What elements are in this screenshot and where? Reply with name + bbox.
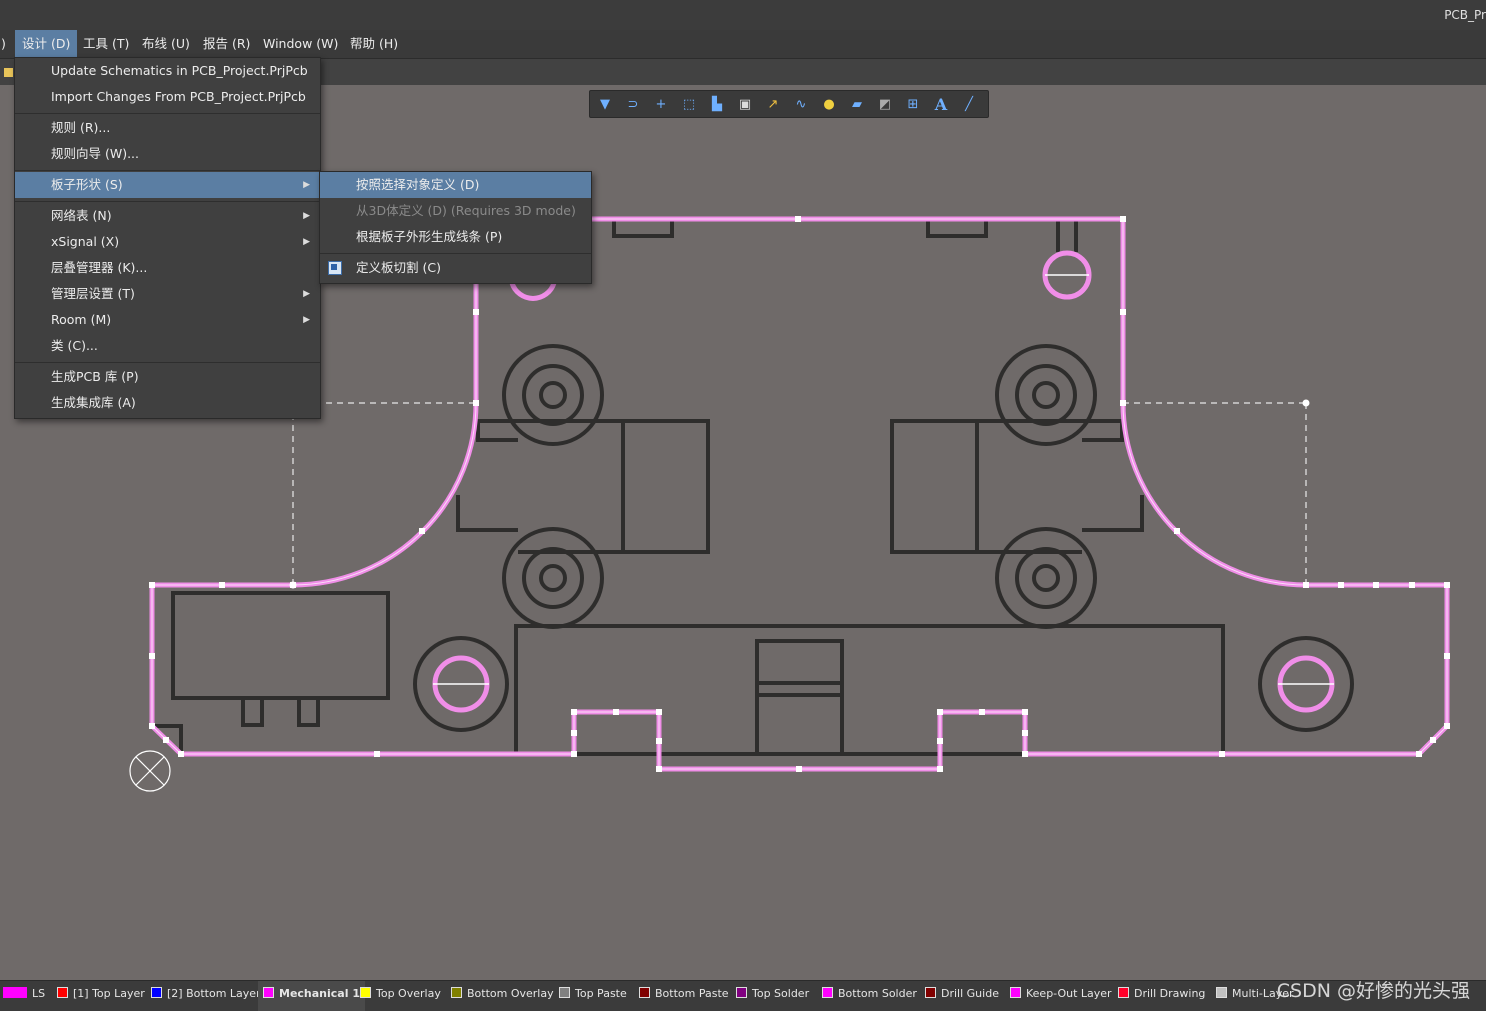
submenu-item-create-primitives[interactable]: 根据板子外形生成线条 (P): [320, 224, 591, 250]
board-outline: [149, 216, 1450, 772]
chevron-right-icon: ▶: [303, 315, 310, 325]
menu-tools[interactable]: 工具 (T): [76, 30, 136, 58]
selection-handles: [149, 216, 1450, 772]
menu-item-classes[interactable]: 类 (C)...: [15, 333, 320, 359]
design-menu: Update Schematics in PCB_Project.PrjPcb …: [14, 57, 321, 419]
text-icon[interactable]: A: [932, 95, 950, 114]
active-bar-toolbar: ▼ ⊃ + ⬚ ▙ ▣ ↗ ∿ ● ▰ ◩ ⊞ A ╱: [589, 90, 989, 118]
layer-tab-bottom-solder[interactable]: Bottom Solder: [822, 981, 917, 1011]
menu-item-make-integrated-library[interactable]: 生成集成库 (A): [15, 390, 320, 416]
layer-tab-bar: LS [1] Top Layer [2] Bottom Layer Mechan…: [0, 980, 1486, 1011]
layer-tab-keep-out-layer[interactable]: Keep-Out Layer: [1010, 981, 1112, 1011]
interactive-route-icon[interactable]: ↗: [764, 95, 782, 113]
layer-tab-top-solder[interactable]: Top Solder: [736, 981, 809, 1011]
mounting-holes: [432, 250, 1335, 713]
layer-tab-top-overlay[interactable]: Top Overlay: [360, 981, 441, 1011]
submenu-item-define-board-cutout[interactable]: 定义板切割 (C): [320, 255, 591, 281]
menu-item-board-shape[interactable]: 板子形状 (S) ▶: [15, 172, 320, 198]
submenu-item-define-from-3d: 从3D体定义 (D) (Requires 3D mode): [356, 203, 576, 218]
layer-tab-bottom-paste[interactable]: Bottom Paste: [639, 981, 729, 1011]
menu-separator: [320, 253, 591, 254]
menu-item-update-schematics[interactable]: Update Schematics in PCB_Project.PrjPcb: [15, 58, 320, 84]
menu-separator: [15, 201, 320, 202]
layer-tab-drill-drawing[interactable]: Drill Drawing: [1118, 981, 1205, 1011]
chevron-right-icon: ▶: [303, 237, 310, 247]
menu-item-import-changes[interactable]: Import Changes From PCB_Project.PrjPcb: [15, 84, 320, 110]
menu-reports[interactable]: 报告 (R): [196, 30, 257, 58]
align-icon[interactable]: ▙: [708, 95, 726, 113]
component-outlines: [152, 217, 1354, 756]
line-icon[interactable]: ╱: [960, 95, 978, 113]
menu-item-manage-layer-sets[interactable]: 管理层设置 (T) ▶: [15, 281, 320, 307]
menu-prev[interactable]: ): [0, 30, 13, 58]
layer-tab-bottom-overlay[interactable]: Bottom Overlay: [451, 981, 554, 1011]
diff-pair-icon[interactable]: ∿: [792, 95, 810, 113]
layer-tab-drill-guide[interactable]: Drill Guide: [925, 981, 999, 1011]
board-cutout-icon: [328, 261, 342, 275]
region-icon[interactable]: ◩: [876, 95, 894, 113]
chevron-right-icon: ▶: [303, 211, 310, 221]
menu-item-layer-stack-manager[interactable]: 层叠管理器 (K)...: [15, 255, 320, 281]
menu-item-xsignal[interactable]: xSignal (X) ▶: [15, 229, 320, 255]
filter-icon[interactable]: ▼: [596, 95, 614, 113]
board-shape-submenu: 按照选择对象定义 (D) 从3D体定义 (D) (Requires 3D mod…: [319, 171, 592, 284]
origin-marker-icon: [129, 750, 171, 792]
menu-item-rule-wizard[interactable]: 规则向导 (W)...: [15, 141, 320, 167]
menu-bar: ) 设计 (D) 工具 (T) 布线 (U) 报告 (R) Window (W)…: [0, 30, 1486, 59]
polygon-icon[interactable]: ▰: [848, 95, 866, 113]
select-rect-icon[interactable]: ⬚: [680, 95, 698, 113]
component-icon[interactable]: ▣: [736, 95, 754, 113]
layer-tab-top-layer[interactable]: [1] Top Layer: [57, 981, 145, 1011]
menu-item-rules[interactable]: 规则 (R)...: [15, 115, 320, 141]
route-icon[interactable]: ⊃: [624, 95, 642, 113]
chevron-right-icon: ▶: [303, 180, 310, 190]
menu-help[interactable]: 帮助 (H): [343, 30, 405, 58]
menu-separator: [15, 362, 320, 363]
menu-item-room[interactable]: Room (M) ▶: [15, 307, 320, 333]
dimension-icon[interactable]: ⊞: [904, 95, 922, 113]
submenu-item-define-from-selection[interactable]: 按照选择对象定义 (D): [320, 172, 591, 198]
dashed-guides: [292, 402, 1307, 585]
pad-icon[interactable]: ●: [820, 95, 838, 113]
chevron-right-icon: ▶: [303, 289, 310, 299]
watermark: CSDN @好惨的光头强: [1276, 980, 1470, 1002]
menu-window[interactable]: Window (W): [256, 30, 345, 58]
layer-set-tab[interactable]: LS: [3, 981, 45, 1011]
layer-tab-top-paste[interactable]: Top Paste: [559, 981, 627, 1011]
menu-item-make-pcb-library[interactable]: 生成PCB 库 (P): [15, 364, 320, 390]
menu-separator: [15, 170, 320, 171]
menu-item-netlist[interactable]: 网络表 (N) ▶: [15, 203, 320, 229]
title-bar: PCB_Pr: [0, 0, 1486, 30]
menu-route[interactable]: 布线 (U): [135, 30, 197, 58]
window-title: PCB_Pr: [1444, 8, 1486, 22]
menu-separator: [15, 113, 320, 114]
layer-tab-mechanical-1[interactable]: Mechanical 1: [258, 981, 365, 1011]
file-icon: [4, 68, 13, 77]
layer-tab-bottom-layer[interactable]: [2] Bottom Layer: [151, 981, 261, 1011]
cross-icon[interactable]: +: [652, 95, 670, 113]
menu-design[interactable]: 设计 (D): [15, 30, 78, 58]
